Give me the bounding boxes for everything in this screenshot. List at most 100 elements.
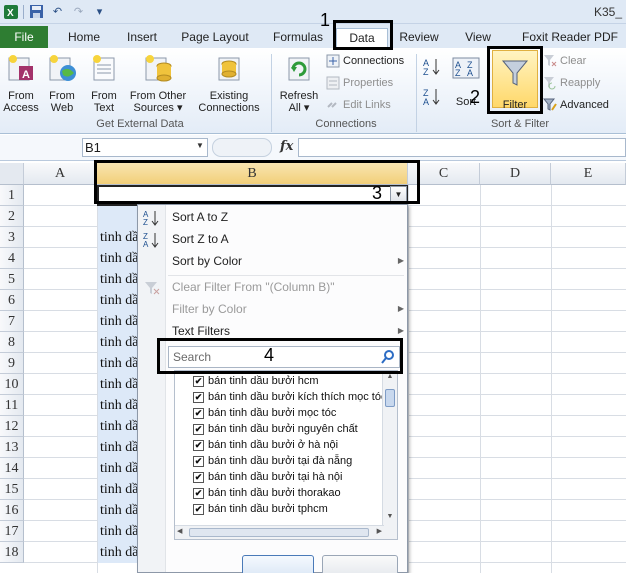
connections-button[interactable]: Connections [326,52,404,70]
scroll-thumb[interactable] [385,389,395,407]
vertical-scrollbar[interactable]: ▲ ▼ [382,371,397,539]
scroll-down-icon[interactable]: ▼ [385,513,395,523]
sort-z-to-a-item[interactable]: Sort Z to A [172,229,229,249]
cell-column-b[interactable]: tinh dầ [98,248,138,269]
edit-links-button[interactable]: Edit Links [326,96,391,114]
row-header[interactable]: 11 [0,395,24,416]
tab-view[interactable]: View [458,28,498,48]
row-header[interactable]: 18 [0,542,24,563]
sort-ascending-button[interactable]: AZ [423,58,441,77]
scroll-up-icon[interactable]: ▲ [385,373,395,383]
name-box[interactable]: B1 [82,138,208,157]
cell-column-b[interactable] [98,206,138,227]
tab-formulas[interactable]: Formulas [270,28,326,48]
row-header[interactable]: 17 [0,521,24,542]
tab-review[interactable]: Review [394,28,444,48]
cell-column-b[interactable]: tinh dầ [98,542,138,563]
redo-icon[interactable]: ↷ [70,3,87,20]
filter-value-item[interactable]: ✔ bán tinh dầu bưởi kích thích mọc tóc [193,389,386,405]
existing-connections-button[interactable]: Existing Connections [198,52,260,114]
tab-file[interactable]: File [0,26,48,48]
filter-value-item[interactable]: ✔ bán tinh dầu bưởi mọc tóc [193,405,336,421]
checkbox-checked-icon[interactable]: ✔ [193,503,204,515]
cell-column-b[interactable]: tinh dầ [98,269,138,290]
horizontal-scrollbar[interactable]: ◀ ▶ [175,525,384,539]
row-header[interactable]: 5 [0,269,24,290]
filter-value-item[interactable]: ✔ bán tinh dầu bưởi nguyên chất [193,421,358,437]
row-header[interactable]: 7 [0,311,24,332]
clear-filter-item[interactable]: Clear Filter From "(Column B)" [172,277,335,297]
scroll-right-icon[interactable]: ▶ [377,527,382,535]
row-header[interactable]: 16 [0,500,24,521]
from-access-button[interactable]: A From Access [2,52,40,114]
checkbox-checked-icon[interactable]: ✔ [193,391,204,403]
column-header-e[interactable]: E [551,163,626,185]
reapply-button[interactable]: Reapply [543,74,600,92]
column-header-d[interactable]: D [480,163,551,185]
row-header[interactable]: 1 [0,185,24,206]
filter-value-item[interactable]: ✔ bán tinh dầu bưởi hcm [193,373,319,389]
ok-button[interactable] [242,555,314,573]
scroll-left-icon[interactable]: ◀ [177,527,182,535]
excel-logo-icon[interactable]: X [2,3,19,20]
filter-value-item[interactable]: ✔ bán tinh dầu bưởi tại đà nẵng [193,453,352,469]
row-header[interactable]: 4 [0,248,24,269]
cell-column-b[interactable]: tinh dầ [98,500,138,521]
checkbox-checked-icon[interactable]: ✔ [193,487,204,499]
row-header[interactable]: 3 [0,227,24,248]
cancel-button[interactable] [322,555,398,573]
cell-column-b[interactable]: tinh dầ [98,290,138,311]
save-icon[interactable] [28,3,45,20]
row-header[interactable]: 12 [0,416,24,437]
filter-by-color-item[interactable]: Filter by Color ▶ [172,299,404,319]
row-header[interactable]: 14 [0,458,24,479]
checkbox-checked-icon[interactable]: ✔ [193,407,204,419]
cell-column-b[interactable]: tinh dầ [98,353,138,374]
column-header-a[interactable]: A [24,163,97,185]
advanced-filter-button[interactable]: Advanced [543,96,609,114]
cell-column-b[interactable]: tinh dầ [98,521,138,542]
tab-home[interactable]: Home [62,28,106,48]
from-other-sources-button[interactable]: From Other Sources ▾ [126,52,190,114]
filter-value-item[interactable]: ✔ bán tinh dầu bưởi tphcm [193,501,328,517]
tab-insert[interactable]: Insert [120,28,164,48]
tab-foxit-reader-pdf[interactable]: Foxit Reader PDF [514,28,626,48]
customize-qat-icon[interactable]: ▾ [91,3,108,20]
cell-column-b[interactable]: tinh dầ [98,374,138,395]
sort-a-to-z-item[interactable]: Sort A to Z [172,207,228,227]
cell-column-b[interactable]: tinh dầ [98,395,138,416]
cell-column-b[interactable]: tinh dầ [98,416,138,437]
row-header[interactable]: 9 [0,353,24,374]
from-text-button[interactable]: From Text [84,52,124,114]
filter-value-item[interactable]: ✔ bán tinh dầu bưởi thorakao [193,485,341,501]
row-header[interactable]: 6 [0,290,24,311]
cell-column-b[interactable]: tinh dầ [98,479,138,500]
sort-by-color-item[interactable]: Sort by Color ▶ [172,251,404,271]
insert-function-icon[interactable]: fx [280,139,293,154]
name-box-dropdown-icon[interactable]: ▼ [196,141,204,150]
row-header[interactable]: 8 [0,332,24,353]
filter-value-item[interactable]: ✔ bán tinh dầu bưởi tại hà nội [193,469,342,485]
cell-column-b[interactable]: tinh dầ [98,437,138,458]
hscroll-thumb[interactable] [189,528,369,537]
filter-values-list[interactable]: ✔ bán tinh dầu bưởi hcm ✔ bán tinh dầu bưởi… [174,370,398,540]
tab-page-layout[interactable]: Page Layout [178,28,252,48]
row-header[interactable]: 2 [0,206,24,227]
checkbox-checked-icon[interactable]: ✔ [193,375,204,387]
filter-value-item[interactable]: ✔ bán tinh dầu bưởi ở hà nội [193,437,338,453]
checkbox-checked-icon[interactable]: ✔ [193,471,204,483]
checkbox-checked-icon[interactable]: ✔ [193,455,204,467]
select-all-corner[interactable] [0,163,24,185]
sort-descending-button[interactable]: ZA [423,88,441,107]
clear-filter-button[interactable]: Clear [543,52,586,70]
row-header[interactable]: 13 [0,437,24,458]
cell-column-b[interactable]: tinh dầ [98,227,138,248]
row-header[interactable]: 10 [0,374,24,395]
checkbox-checked-icon[interactable]: ✔ [193,439,204,451]
formula-bar-splitter[interactable] [212,138,272,157]
cell-column-b[interactable]: tinh dầ [98,332,138,353]
checkbox-checked-icon[interactable]: ✔ [193,423,204,435]
properties-button[interactable]: Properties [326,74,393,92]
row-header[interactable]: 15 [0,479,24,500]
undo-icon[interactable]: ↶ [49,3,66,20]
